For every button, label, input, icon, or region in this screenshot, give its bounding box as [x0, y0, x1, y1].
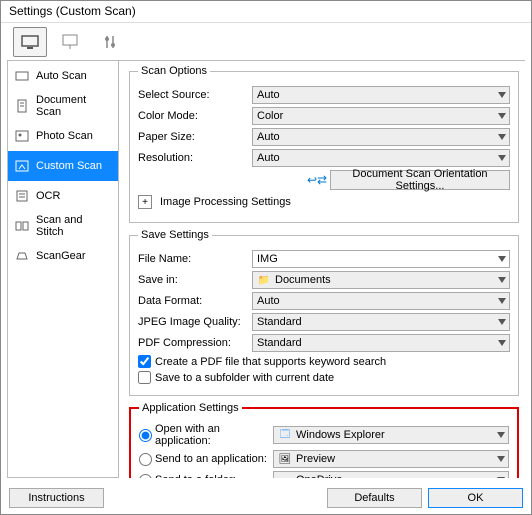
jpeg-quality-label: JPEG Image Quality: [138, 316, 248, 328]
document-scan-icon [14, 98, 30, 114]
sidebar-item-scangear[interactable]: ScanGear [8, 241, 118, 271]
sidebar-item-ocr[interactable]: OCR [8, 181, 118, 211]
data-format-dropdown[interactable]: Auto [252, 292, 510, 310]
sidebar-item-label: Auto Scan [36, 70, 87, 82]
tab-output-icon[interactable] [53, 27, 87, 57]
onedrive-icon [278, 474, 292, 478]
sidebar-item-scan-stitch[interactable]: Scan and Stitch [8, 211, 118, 241]
scan-stitch-icon [14, 218, 30, 234]
expand-image-processing[interactable]: + [138, 195, 152, 209]
save-settings-legend: Save Settings [138, 229, 212, 241]
data-format-label: Data Format: [138, 295, 248, 307]
custom-scan-icon [14, 158, 30, 174]
select-source-label: Select Source: [138, 89, 248, 101]
select-source-dropdown[interactable]: Auto [252, 86, 510, 104]
pdf-keyword-checkbox[interactable]: Create a PDF file that supports keyword … [138, 355, 510, 368]
scan-options-legend: Scan Options [138, 65, 210, 77]
content-pane: Scan Options Select Source: Auto Color M… [119, 61, 525, 478]
save-in-dropdown[interactable]: Documents [252, 271, 510, 289]
top-tab-bar [7, 23, 525, 61]
pdf-compression-dropdown[interactable]: Standard [252, 334, 510, 352]
window-title: Settings (Custom Scan) [1, 1, 531, 23]
sidebar-item-label: Photo Scan [36, 130, 93, 142]
sidebar-item-photo-scan[interactable]: Photo Scan [8, 121, 118, 151]
photo-scan-icon [14, 128, 30, 144]
open-app-radio[interactable]: Open with an application: [139, 423, 269, 447]
orientation-arrow-icon: ↩⇄ [308, 173, 326, 187]
sidebar-item-custom-scan[interactable]: Custom Scan [8, 151, 118, 181]
settings-window: Settings (Custom Scan) Auto Scan Documen… [0, 0, 532, 515]
save-settings-group: Save Settings File Name: IMG Save in: Do… [129, 229, 519, 396]
send-app-dropdown[interactable]: Preview [273, 450, 509, 468]
sidebar-item-label: Custom Scan [36, 160, 102, 172]
ocr-icon [14, 188, 30, 204]
paper-size-dropdown[interactable]: Auto [252, 128, 510, 146]
image-processing-label: Image Processing Settings [160, 196, 291, 208]
send-folder-dropdown[interactable]: OneDrive [273, 471, 509, 478]
color-mode-label: Color Mode: [138, 110, 248, 122]
windows-explorer-icon [278, 429, 292, 441]
pdf-keyword-checkbox-input[interactable] [138, 355, 151, 368]
orientation-settings-button[interactable]: Document Scan Orientation Settings... [330, 170, 510, 190]
send-app-radio[interactable]: Send to an application: [139, 453, 269, 466]
resolution-label: Resolution: [138, 152, 248, 164]
scangear-icon [14, 248, 30, 264]
tab-tools-icon[interactable] [93, 27, 127, 57]
file-name-label: File Name: [138, 253, 248, 265]
application-settings-legend: Application Settings [139, 402, 242, 414]
auto-scan-icon [14, 68, 30, 84]
sidebar-item-document-scan[interactable]: Document Scan [8, 91, 118, 121]
sidebar-item-label: Scan and Stitch [36, 214, 112, 238]
folder-icon [257, 274, 271, 286]
resolution-dropdown[interactable]: Auto [252, 149, 510, 167]
application-settings-group: Application Settings Open with an applic… [129, 402, 519, 478]
open-app-dropdown[interactable]: Windows Explorer [273, 426, 509, 444]
jpeg-quality-dropdown[interactable]: Standard [252, 313, 510, 331]
sidebar-item-auto-scan[interactable]: Auto Scan [8, 61, 118, 91]
defaults-button[interactable]: Defaults [327, 488, 422, 508]
subfolder-checkbox-input[interactable] [138, 371, 151, 384]
sidebar-item-label: Document Scan [36, 94, 112, 118]
send-folder-radio[interactable]: Send to a folder: [139, 474, 269, 479]
paper-size-label: Paper Size: [138, 131, 248, 143]
ok-button[interactable]: OK [428, 488, 523, 508]
sidebar: Auto Scan Document Scan Photo Scan Custo… [7, 61, 119, 478]
tab-scanner-icon[interactable] [13, 27, 47, 57]
color-mode-dropdown[interactable]: Color [252, 107, 510, 125]
sidebar-item-label: OCR [36, 190, 60, 202]
scan-options-group: Scan Options Select Source: Auto Color M… [129, 65, 519, 223]
footer-bar: Instructions Defaults OK [1, 482, 531, 514]
preview-icon [278, 453, 292, 465]
pdf-compression-label: PDF Compression: [138, 337, 248, 349]
save-in-label: Save in: [138, 274, 248, 286]
instructions-button[interactable]: Instructions [9, 488, 104, 508]
subfolder-checkbox[interactable]: Save to a subfolder with current date [138, 371, 510, 384]
sidebar-item-label: ScanGear [36, 250, 86, 262]
file-name-input[interactable]: IMG [252, 250, 510, 268]
